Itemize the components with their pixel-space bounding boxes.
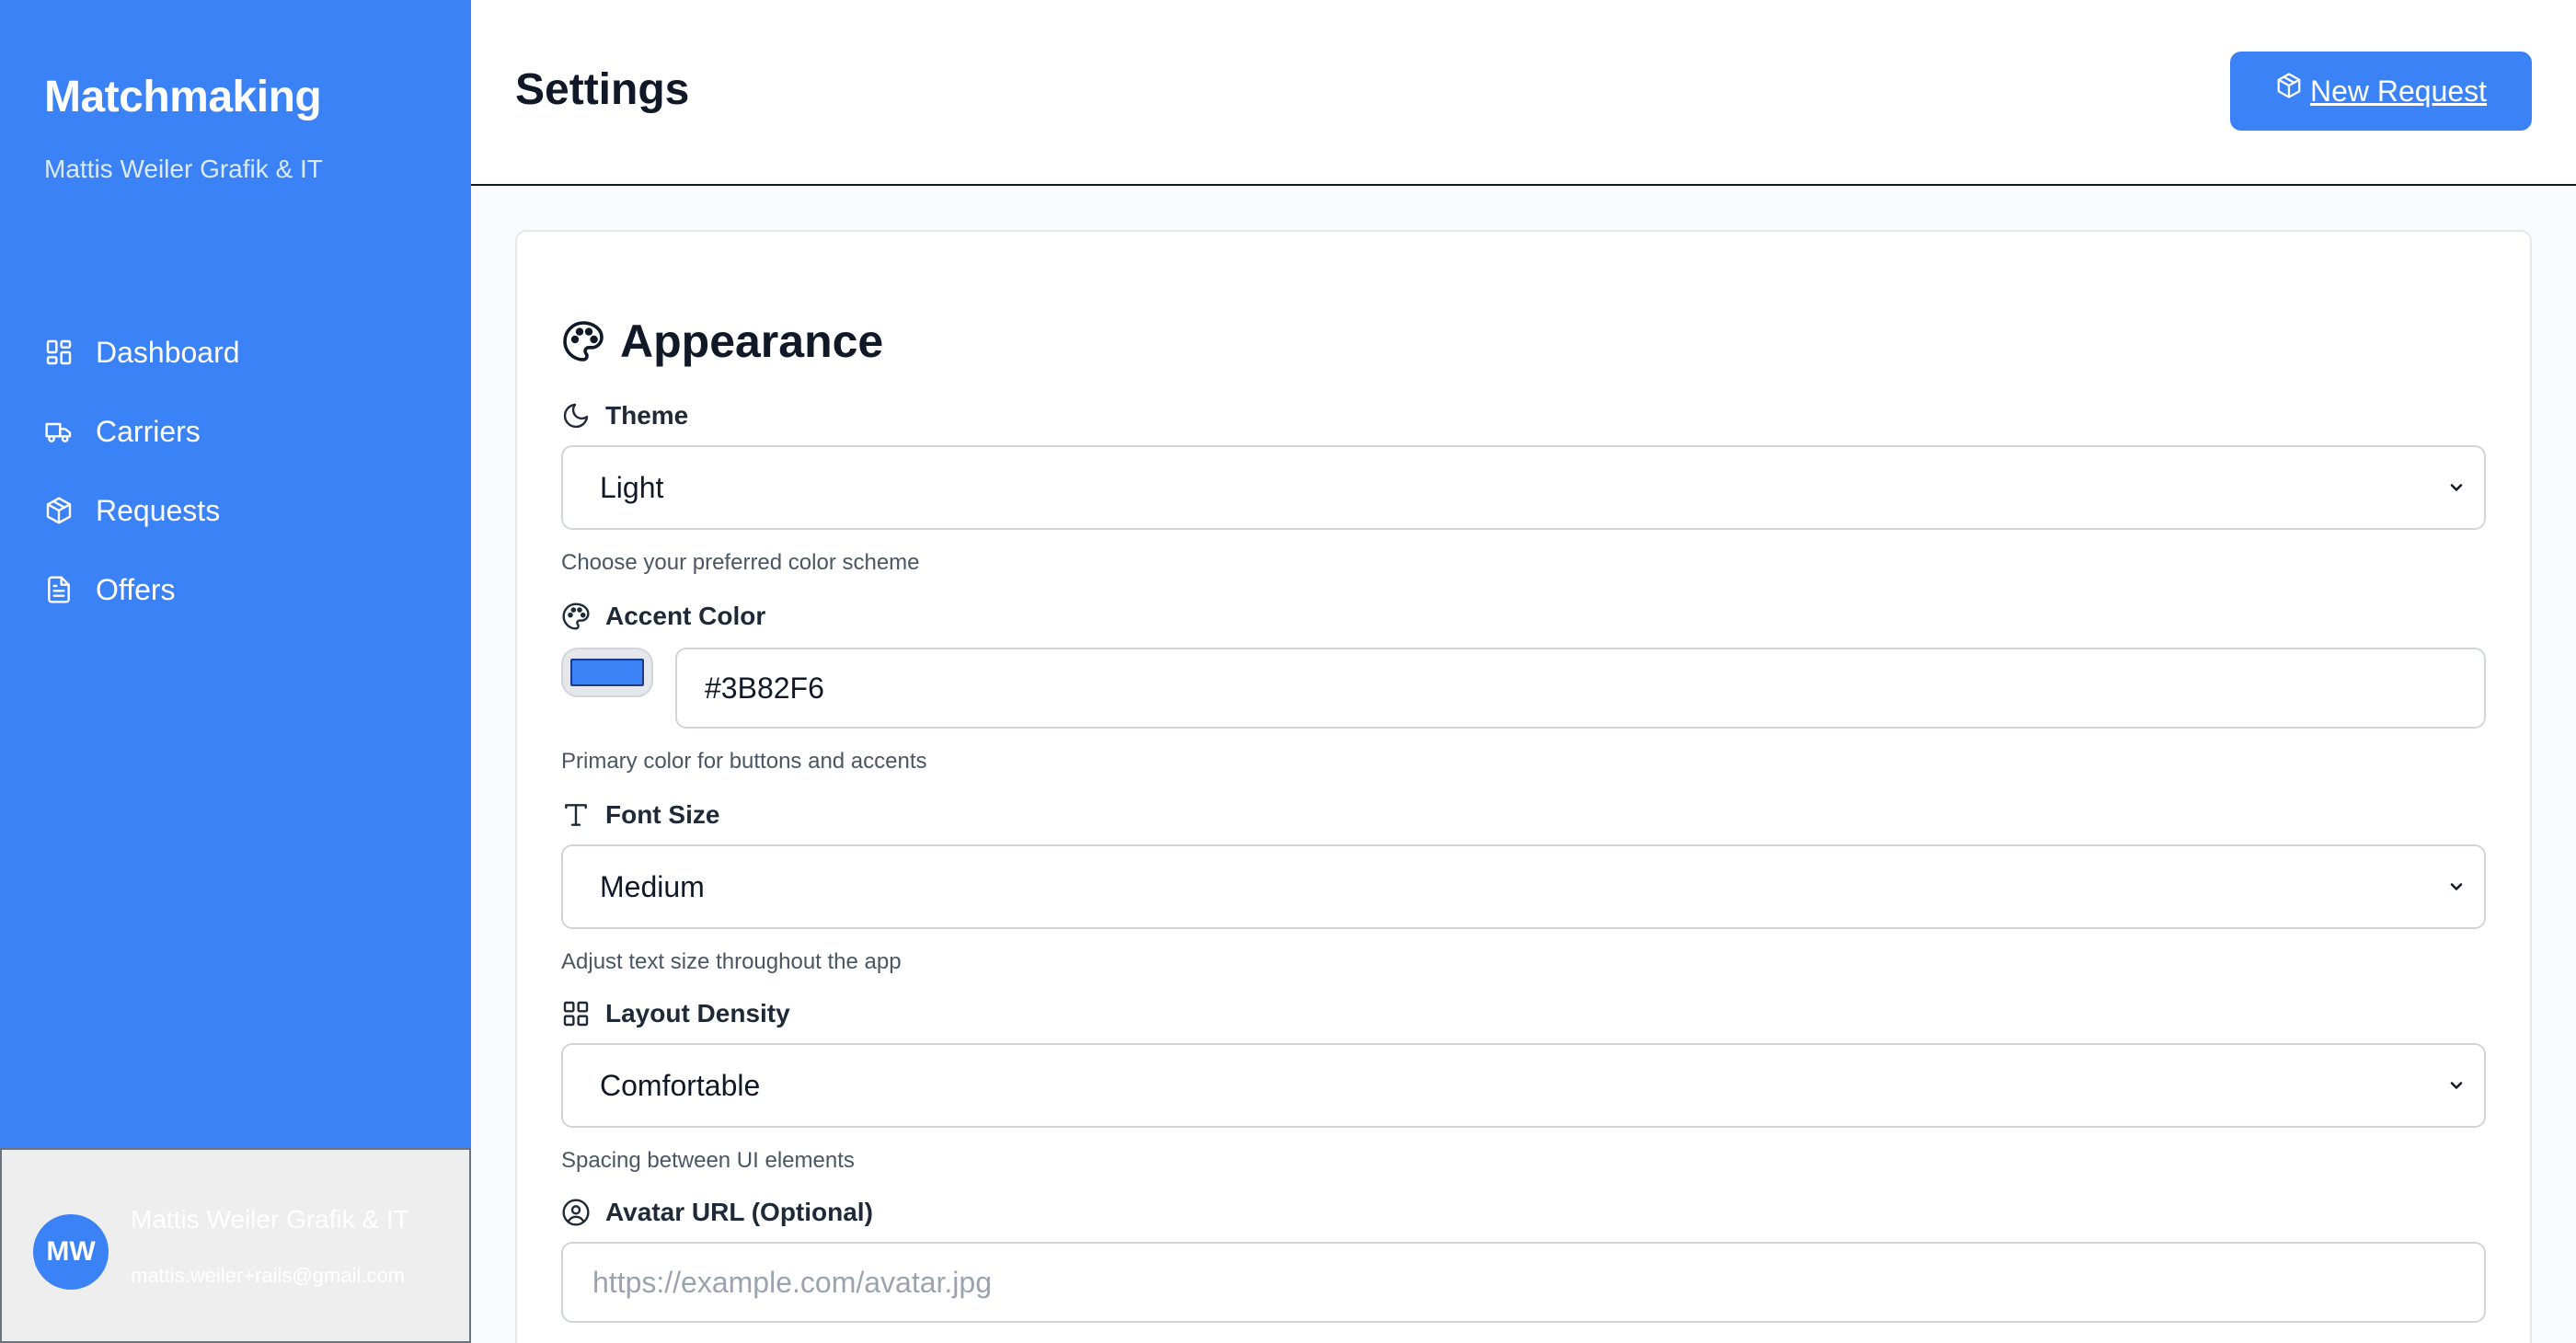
layout-density-label-text: Layout Density [605,999,790,1027]
accent-color-hint: Primary color for buttons and accents [561,749,927,774]
grid-icon [563,1001,589,1027]
theme-label-text: Theme [605,401,689,430]
theme-hint: Choose your preferred color scheme [561,550,920,575]
new-request-button[interactable]: New Request [2230,52,2532,131]
accent-color-label-text: Accent Color [605,602,766,630]
truck-icon [44,417,74,446]
font-size-select-value: Medium [600,869,705,903]
chevron-down-icon [2450,1082,2463,1089]
chevron-down-icon [2450,484,2463,491]
accent-color-picker[interactable] [561,648,653,697]
sidebar-item-label: Dashboard [96,335,240,369]
main-content: Appearance Theme Light Choose your prefe… [471,186,2576,1343]
layout-density-hint: Spacing between UI elements [561,1148,855,1173]
box-icon [2277,73,2301,98]
user-name: Mattis Weiler Grafik & IT [131,1205,409,1234]
avatar-url-label-text: Avatar URL (Optional) [605,1198,873,1226]
moon-icon [563,403,589,429]
palette-icon [562,603,590,630]
appearance-card: Appearance Theme Light Choose your prefe… [515,230,2532,1343]
avatar-url-input[interactable] [561,1242,2486,1323]
new-request-label: New Request [2309,74,2488,108]
sidebar-item-label: Carriers [96,414,201,448]
accent-color-input[interactable] [675,648,2486,729]
type-icon [565,804,587,826]
dashboard-icon [44,338,74,367]
sidebar-item-label: Offers [96,572,176,606]
accent-color-swatch [570,659,644,686]
avatar: MW [33,1214,109,1290]
font-size-label: Font Size [561,800,719,830]
avatar-url-label: Avatar URL (Optional) [561,1198,873,1227]
section-title-appearance: Appearance [561,315,883,368]
sidebar-item-carriers[interactable]: Carriers [0,392,471,471]
user-card[interactable]: MW Mattis Weiler Grafik & IT mattis.weil… [0,1148,471,1343]
document-icon [44,575,74,604]
user-circle-icon [562,1199,590,1226]
layout-density-label: Layout Density [561,999,790,1028]
page-header: Settings New Request [471,0,2576,186]
theme-select-value: Light [600,470,664,504]
layout-density-select[interactable]: Comfortable [561,1043,2486,1128]
app-root: Matchmaking Mattis Weiler Grafik & IT Da… [0,0,2576,1343]
palette-icon [563,321,604,362]
box-icon [44,496,74,525]
page-title: Settings [515,65,690,114]
sidebar-item-offers[interactable]: Offers [0,550,471,629]
chevron-down-icon [2450,883,2463,890]
brand-subtitle: Mattis Weiler Grafik & IT [44,155,323,183]
font-size-hint: Adjust text size throughout the app [561,949,902,974]
sidebar: Matchmaking Mattis Weiler Grafik & IT Da… [0,0,471,1343]
font-size-select[interactable]: Medium [561,844,2486,929]
sidebar-item-dashboard[interactable]: Dashboard [0,313,471,392]
accent-color-label: Accent Color [561,602,765,631]
sidebar-item-requests[interactable]: Requests [0,471,471,550]
sidebar-nav: Dashboard Carriers Requests Offers [0,313,471,629]
user-email: mattis.weiler+rails@gmail.com [131,1264,406,1287]
layout-density-select-value: Comfortable [600,1068,761,1102]
section-title-text: Appearance [620,316,884,367]
theme-select[interactable]: Light [561,445,2486,530]
brand-title: Matchmaking [44,73,322,121]
sidebar-item-label: Requests [96,493,221,527]
font-size-label-text: Font Size [605,800,720,829]
theme-label: Theme [561,401,688,430]
